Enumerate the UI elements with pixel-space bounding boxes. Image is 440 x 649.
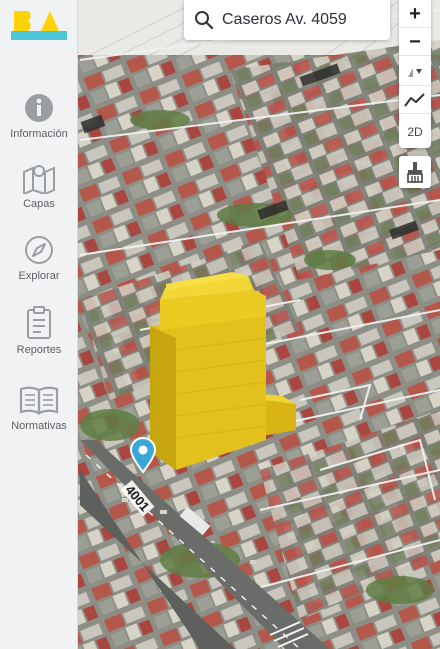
sidebar-item-explorar[interactable]: Explorar — [0, 234, 78, 282]
elevation-profile-button[interactable] — [399, 86, 431, 114]
line-chart-icon — [404, 92, 425, 107]
sidebar-item-label: Capas — [23, 198, 55, 210]
clipboard-icon — [27, 306, 51, 339]
sidebar-item-reportes[interactable]: Reportes — [0, 306, 78, 356]
sidebar-item-label: Información — [10, 128, 68, 140]
map-toolbar: + − 2D — [399, 0, 431, 148]
info-icon — [25, 94, 53, 122]
ba-logo[interactable] — [11, 8, 67, 40]
paint-brush-button[interactable] — [399, 156, 431, 188]
sidebar-item-label: Normativas — [11, 420, 67, 432]
sidebar-item-label: Explorar — [18, 270, 60, 282]
view-mode-label: 2D — [407, 125, 423, 139]
location-pin[interactable] — [129, 437, 157, 474]
search-input[interactable]: Caseros Av. 4059 — [222, 11, 347, 29]
sidebar-item-informacion[interactable]: Información — [0, 92, 78, 140]
ba-logo-icon — [11, 11, 67, 40]
map-layers-icon — [23, 165, 55, 194]
paint-brush-icon — [407, 162, 423, 183]
book-icon — [19, 386, 59, 415]
map-marker-icon — [129, 437, 157, 474]
sidebar-item-capas[interactable]: Capas — [0, 162, 78, 210]
zoom-out-button[interactable]: − — [399, 28, 431, 56]
compass-icon — [25, 236, 53, 264]
search-icon — [195, 11, 214, 30]
sidebar-item-normativas[interactable]: Normativas — [0, 384, 78, 432]
zoom-in-button[interactable]: + — [399, 0, 431, 28]
rotate-tilt-icon — [408, 67, 422, 77]
rotate-button[interactable] — [399, 58, 431, 86]
plus-icon: + — [409, 2, 421, 25]
address-search-box[interactable]: Caseros Av. 4059 — [184, 0, 390, 40]
minus-icon: − — [409, 30, 421, 53]
sidebar-item-label: Reportes — [16, 344, 62, 356]
2d-toggle-button[interactable]: 2D — [399, 118, 431, 146]
sidebar: Información Capas Explorar Reportes Norm… — [0, 0, 78, 649]
